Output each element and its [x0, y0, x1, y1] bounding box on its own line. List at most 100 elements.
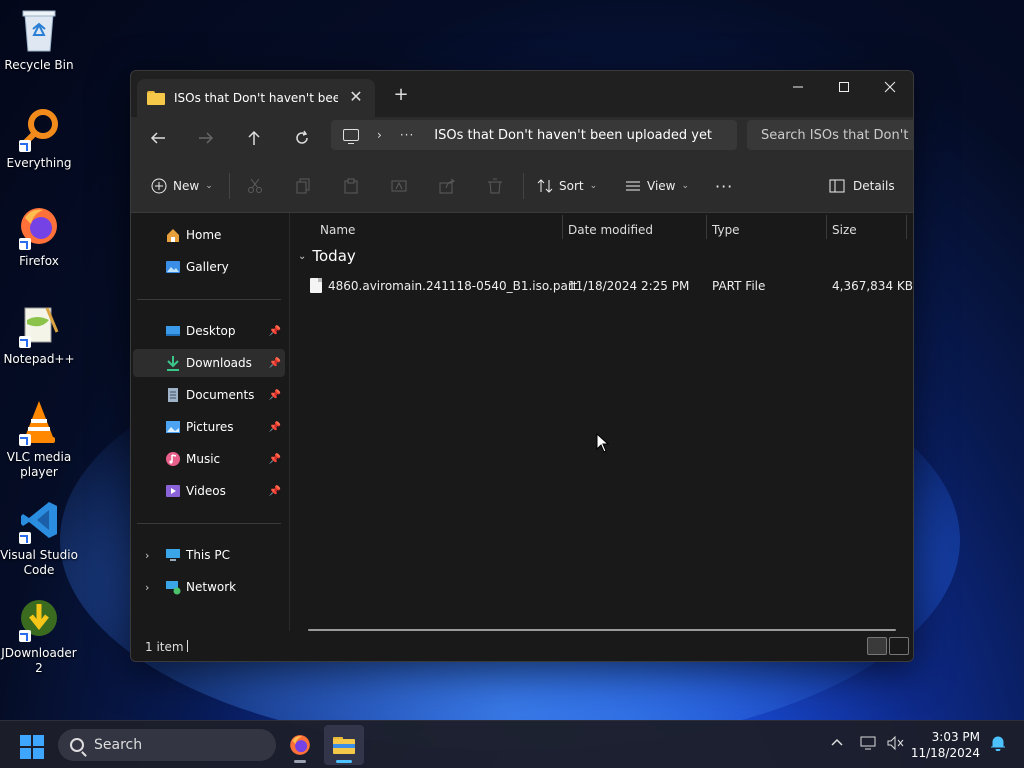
shortcut-arrow-icon [19, 532, 31, 544]
desktop-icon-vscode[interactable]: Visual Studio Code [0, 496, 78, 578]
chevron-right-icon[interactable]: › [145, 549, 149, 562]
file-type: PART File [712, 279, 766, 293]
close-window-button[interactable] [867, 71, 913, 103]
sidebar-item-label: Pictures [186, 420, 234, 434]
taskbar-search[interactable]: Search [58, 729, 276, 761]
column-header-date-modified[interactable]: Date modified [568, 217, 653, 243]
pin-icon[interactable]: 📌 [269, 454, 281, 465]
title-bar[interactable]: ISOs that Don't haven't been uploaded ye… [131, 71, 913, 117]
details-view-toggle[interactable] [867, 637, 887, 655]
column-divider[interactable] [906, 215, 907, 239]
sidebar-item-label: Desktop [186, 324, 236, 338]
details-pane-button[interactable]: Details [829, 175, 895, 197]
large-icons-view-toggle[interactable] [889, 637, 909, 655]
desktop-icon-vlc[interactable]: VLC media player [0, 398, 78, 480]
sidebar-item-label: Downloads [186, 356, 252, 370]
home-icon [167, 229, 179, 242]
forward-button[interactable] [191, 125, 221, 151]
bell-icon [991, 736, 1005, 752]
file-size: 4,367,834 KB [832, 279, 913, 293]
sidebar-item-pictures[interactable]: Pictures 📌 [133, 413, 285, 441]
maximize-button[interactable] [821, 71, 867, 103]
network-tray-button[interactable] [860, 735, 878, 755]
sidebar-item-downloads[interactable]: Downloads 📌 [133, 349, 285, 377]
taskbar-app-file-explorer[interactable] [324, 725, 364, 765]
desktop-icon-everything[interactable]: Everything [0, 104, 78, 171]
share-icon [439, 178, 455, 194]
notifications-button[interactable] [990, 735, 1006, 754]
up-button[interactable] [239, 125, 269, 151]
tab-close-button[interactable]: ✕ [347, 88, 365, 106]
column-header-name[interactable]: Name [320, 217, 355, 243]
chevron-right-icon[interactable]: › [145, 581, 149, 594]
delete-button[interactable] [487, 175, 503, 197]
pin-icon[interactable]: 📌 [269, 358, 281, 369]
cut-button[interactable] [247, 175, 263, 197]
group-header-today[interactable]: ⌄ Today [298, 247, 356, 265]
firefox-icon [15, 202, 63, 250]
gallery-icon [166, 261, 180, 273]
desktop-icon-jdownloader[interactable]: JDownloader 2 [0, 594, 78, 676]
new-tab-button[interactable]: + [391, 85, 411, 105]
breadcrumb-overflow[interactable]: ··· [400, 128, 414, 142]
column-header-type[interactable]: Type [712, 217, 740, 243]
search-input[interactable] [761, 127, 913, 143]
taskbar-clock[interactable]: 3:03 PM 11/18/2024 [911, 729, 980, 761]
taskbar-app-firefox[interactable] [280, 725, 320, 765]
sort-button[interactable]: Sort ⌄ [537, 175, 597, 197]
view-list-icon [626, 181, 640, 191]
breadcrumb-separator[interactable]: › [377, 128, 382, 142]
rename-button[interactable] [391, 175, 407, 197]
pin-icon[interactable]: 📌 [269, 390, 281, 401]
paste-button[interactable] [343, 175, 359, 197]
share-button[interactable] [439, 175, 455, 197]
column-divider[interactable] [562, 215, 563, 239]
pin-icon[interactable]: 📌 [269, 326, 281, 337]
desktop-icon-recycle-bin[interactable]: Recycle Bin [0, 6, 78, 73]
pictures-icon [166, 421, 180, 433]
windows-logo-tile [20, 748, 31, 759]
start-button[interactable] [20, 735, 44, 759]
table-row[interactable]: 4860.aviromain.241118-0540_B1.iso.part 1… [290, 273, 913, 299]
chevron-down-icon: ⌄ [589, 181, 598, 191]
breadcrumb[interactable]: › ··· ISOs that Don't haven't been uploa… [331, 120, 737, 150]
navigation-pane: Home Gallery Desktop 📌 Downloads 📌 Docum… [131, 213, 289, 631]
breadcrumb-current-folder[interactable]: ISOs that Don't haven't been uploaded ye… [434, 128, 712, 143]
sidebar-item-documents[interactable]: Documents 📌 [133, 381, 285, 409]
more-options-button[interactable]: ··· [715, 175, 733, 197]
show-hidden-icons-button[interactable] [830, 735, 844, 751]
sidebar-item-desktop[interactable]: Desktop 📌 [133, 317, 285, 345]
search-box[interactable] [747, 120, 913, 150]
pin-icon[interactable]: 📌 [269, 422, 281, 433]
explorer-tab[interactable]: ISOs that Don't haven't been uploaded ye… [137, 79, 375, 117]
column-divider[interactable] [826, 215, 827, 239]
sidebar-item-label: Music [186, 452, 221, 466]
chevron-down-icon: ⌄ [205, 181, 213, 191]
view-button[interactable]: View ⌄ [625, 175, 689, 197]
sidebar-item-label: This PC [186, 548, 230, 562]
pin-icon[interactable]: 📌 [269, 486, 281, 497]
column-divider[interactable] [706, 215, 707, 239]
copy-button[interactable] [295, 175, 311, 197]
column-header-size[interactable]: Size [832, 217, 857, 243]
desktop-icon-firefox[interactable]: Firefox [0, 202, 78, 269]
active-indicator [336, 760, 352, 763]
sidebar-item-network[interactable]: › Network [133, 573, 285, 601]
desktop-icon-notepadpp[interactable]: Notepad++ [0, 300, 78, 367]
status-separator [187, 640, 188, 652]
sidebar-item-music[interactable]: Music 📌 [133, 445, 285, 473]
group-label: Today [312, 247, 356, 265]
minimize-button[interactable] [775, 71, 821, 103]
videos-icon [166, 485, 180, 497]
sidebar-item-videos[interactable]: Videos 📌 [133, 477, 285, 505]
new-button[interactable]: New ⌄ [151, 175, 213, 197]
sidebar-item-gallery[interactable]: Gallery [133, 253, 285, 281]
sidebar-item-home[interactable]: Home [133, 221, 285, 249]
sidebar-item-label: Home [186, 228, 222, 242]
sort-label: Sort [559, 179, 584, 193]
back-button[interactable] [143, 125, 173, 151]
sidebar-item-this-pc[interactable]: › This PC [133, 541, 285, 569]
refresh-button[interactable] [287, 125, 317, 151]
volume-tray-button[interactable] [886, 735, 904, 755]
sidebar-divider [137, 523, 281, 524]
